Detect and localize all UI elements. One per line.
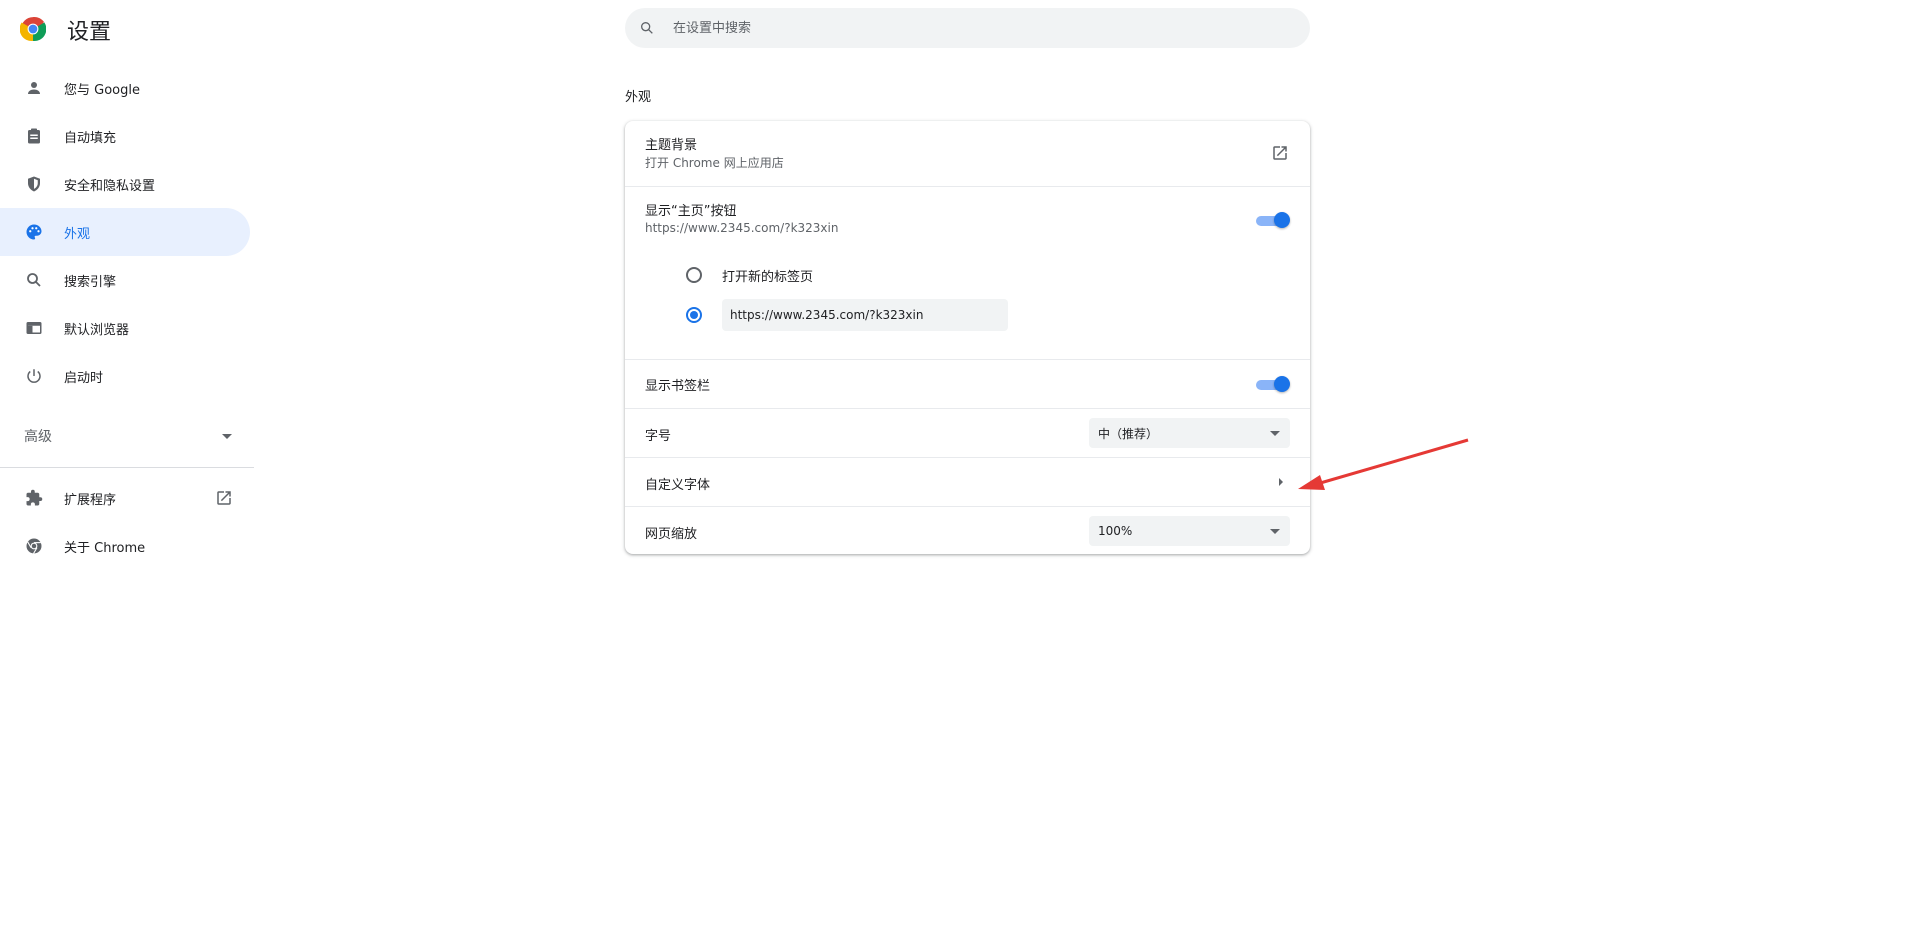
sidebar-item-extensions[interactable]: 扩展程序 [0,474,250,522]
custom-url-radio[interactable] [686,307,702,323]
row-divider [625,359,1310,360]
clipboard-icon [24,126,44,146]
theme-title: 主题背景 [645,138,698,153]
new-tab-radio[interactable] [686,267,702,283]
bookmarks-bar-toggle[interactable] [1256,376,1290,393]
sidebar-item-on-startup[interactable]: 启动时 [0,352,250,400]
chrome-logo-icon [20,17,46,41]
new-tab-option-label: 打开新的标签页 [722,270,814,285]
section-title: 外观 [625,90,652,105]
puzzle-icon [24,488,44,508]
sidebar-item-autofill[interactable]: 自动填充 [0,112,250,160]
chevron-right-icon [1279,478,1283,486]
sidebar-item-label: 外观 [64,226,91,242]
font-size-value: 中（推荐） [1098,426,1159,441]
theme-subtitle: 打开 Chrome 网上应用店 [645,156,784,170]
shield-icon [24,174,44,194]
home-url-input[interactable]: https://www.2345.com/?k323xin [722,299,1008,331]
advanced-toggle[interactable]: 高级 [24,425,232,447]
sidebar-item-label: 默认浏览器 [64,322,130,338]
browser-icon [24,318,44,338]
search-input[interactable] [671,19,1275,37]
sidebar-item-about-chrome[interactable]: 关于 Chrome [0,522,250,570]
chevron-down-icon [1270,431,1280,436]
sidebar-item-label: 您与 Google [64,82,140,98]
bookmarks-bar-title: 显示书签栏 [645,379,711,394]
advanced-label: 高级 [24,429,52,445]
sidebar-divider [0,467,254,468]
external-link-icon[interactable] [1271,144,1289,166]
sidebar-item-you-and-google[interactable]: 您与 Google [0,64,250,112]
home-button-subtitle: https://www.2345.com/?k323xin [645,221,839,235]
appearance-card: 主题背景 打开 Chrome 网上应用店 显示“主页”按钮 https://ww… [625,121,1310,554]
sidebar-item-label: 关于 Chrome [64,540,146,556]
search-icon [24,270,44,290]
sidebar-item-label: 搜索引擎 [64,274,117,290]
sidebar-item-appearance[interactable]: 外观 [0,208,250,256]
home-button-title: 显示“主页”按钮 [645,204,737,219]
sidebar-item-label: 安全和隐私设置 [64,178,156,194]
power-icon [24,366,44,386]
row-divider [625,186,1310,187]
annotation-arrow-icon [1298,438,1469,490]
page-zoom-select[interactable]: 100% [1089,516,1290,546]
palette-icon [24,222,44,242]
person-icon [24,78,44,98]
chrome-icon [24,536,44,556]
sidebar-item-privacy[interactable]: 安全和隐私设置 [0,160,250,208]
custom-fonts-title: 自定义字体 [645,478,711,493]
page-zoom-value: 100% [1098,524,1133,538]
sidebar-item-default-browser[interactable]: 默认浏览器 [0,304,250,352]
chevron-down-icon [1270,529,1280,534]
row-divider [625,408,1310,409]
sidebar-item-search-engine[interactable]: 搜索引擎 [0,256,250,304]
sidebar-item-label: 扩展程序 [64,492,117,508]
page-title: 设置 [67,20,112,45]
font-size-select[interactable]: 中（推荐） [1089,418,1290,448]
external-link-icon [215,489,233,511]
font-size-title: 字号 [645,429,672,444]
search-icon [641,21,653,34]
sidebar-item-label: 启动时 [64,370,104,386]
sidebar-item-label: 自动填充 [64,130,117,146]
page-zoom-title: 网页缩放 [645,527,698,542]
settings-search[interactable] [625,8,1310,48]
chevron-down-icon [222,433,232,439]
theme-row[interactable]: 主题背景 打开 Chrome 网上应用店 [625,121,1310,186]
home-button-toggle[interactable] [1256,212,1290,229]
custom-fonts-row[interactable]: 自定义字体 [625,458,1310,506]
row-divider [625,506,1310,507]
